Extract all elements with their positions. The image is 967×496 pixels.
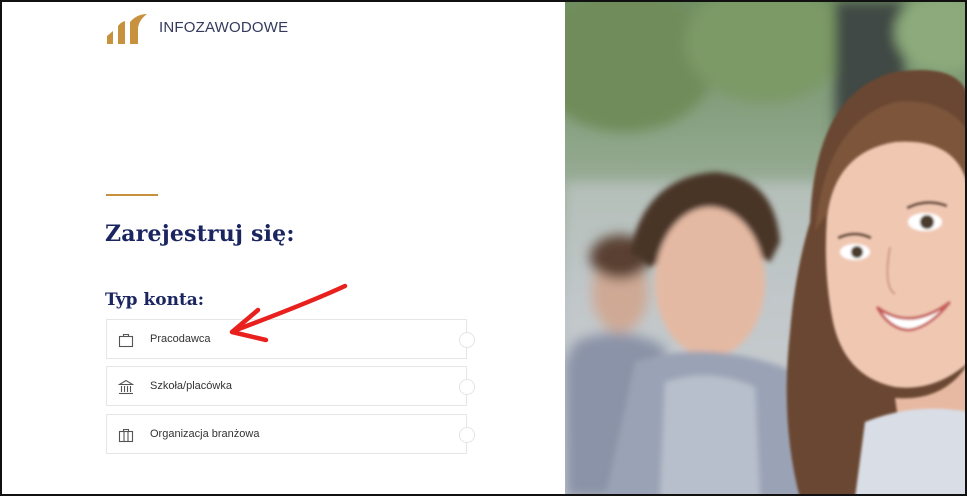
school-building-icon: [118, 379, 134, 395]
account-option-label: Pracodawca: [150, 333, 211, 345]
title-accent-line: [106, 194, 158, 196]
brand-name: INFOZAWODOWE: [159, 18, 289, 36]
account-option-pracodawca[interactable]: Pracodawca: [106, 319, 475, 359]
students-photo-illustration: [565, 2, 965, 494]
registration-panel: INFOZAWODOWE Zarejestruj się: Typ konta:…: [2, 2, 565, 494]
logo-mark-icon: [107, 14, 147, 44]
account-option-radio[interactable]: [459, 332, 475, 348]
account-option-label: Szkoła/placówka: [150, 380, 232, 392]
organization-icon: [118, 428, 134, 443]
brand-logo[interactable]: INFOZAWODOWE: [105, 14, 288, 44]
account-type-label: Typ konta:: [105, 290, 205, 310]
account-option-radio[interactable]: [459, 379, 475, 395]
account-option-szkola[interactable]: Szkoła/placówka: [106, 366, 475, 406]
account-option-radio[interactable]: [459, 427, 475, 443]
account-option-organizacja[interactable]: Organizacja branżowa: [106, 414, 475, 454]
registration-page: INFOZAWODOWE Zarejestruj się: Typ konta:…: [0, 0, 967, 496]
briefcase-icon: [118, 333, 134, 348]
page-title: Zarejestruj się:: [105, 221, 295, 247]
hero-photo: [565, 2, 965, 494]
account-option-label: Organizacja branżowa: [150, 428, 260, 440]
